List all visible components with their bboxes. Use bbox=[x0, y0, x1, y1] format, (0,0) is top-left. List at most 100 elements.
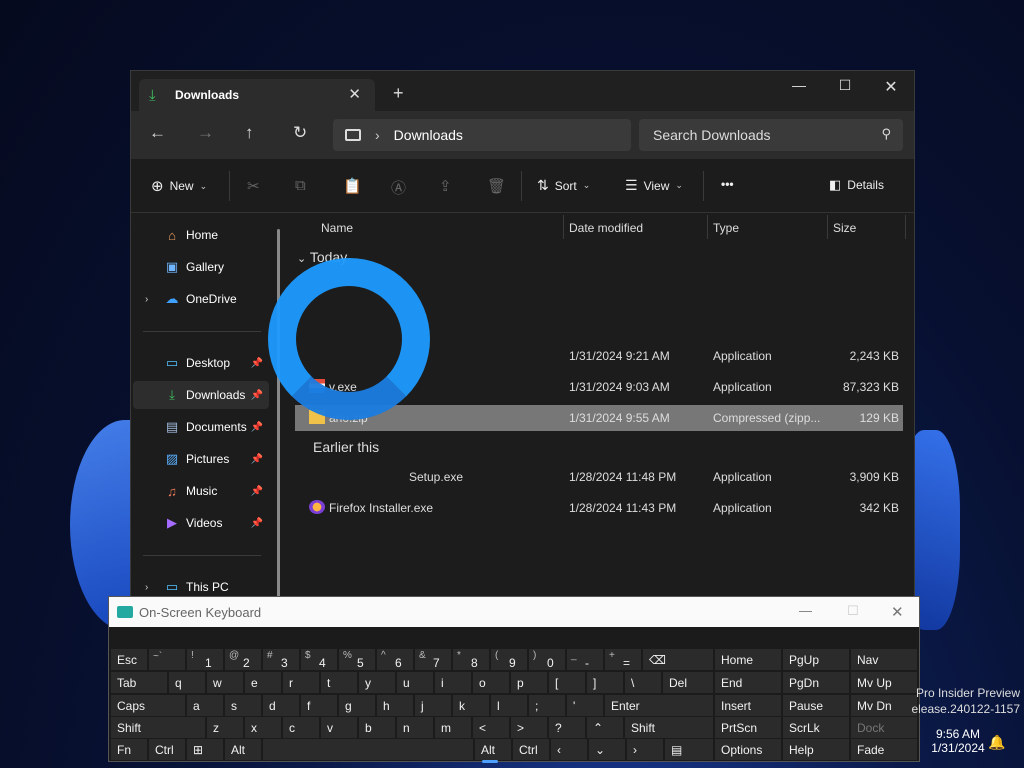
sort-button[interactable]: ⇅ Sort ⌄ bbox=[537, 177, 590, 194]
key-4[interactable]: $4 bbox=[301, 649, 337, 670]
key-caps[interactable]: Caps bbox=[111, 695, 185, 716]
key-d[interactable]: d bbox=[263, 695, 299, 716]
table-row[interactable]: Firefox Installer.exe 1/28/2024 11:43 PM… bbox=[295, 495, 903, 521]
key-options[interactable]: Options bbox=[715, 739, 781, 760]
key-r[interactable]: r bbox=[283, 672, 319, 693]
key-b[interactable]: b bbox=[359, 717, 395, 738]
key-n[interactable]: n bbox=[397, 717, 433, 738]
key-y[interactable]: y bbox=[359, 672, 395, 693]
key-k[interactable]: k bbox=[453, 695, 489, 716]
key-f[interactable]: f bbox=[301, 695, 337, 716]
key-equals[interactable]: + = bbox=[605, 649, 641, 670]
key-open-bracket[interactable]: [ bbox=[549, 672, 585, 693]
maximize-button[interactable]: ☐ bbox=[847, 603, 859, 619]
key-i[interactable]: i bbox=[435, 672, 471, 693]
key-backspace[interactable]: ⌫ bbox=[643, 649, 713, 670]
pin-icon[interactable]: 📌 bbox=[251, 518, 263, 529]
column-divider[interactable] bbox=[905, 215, 906, 239]
view-button[interactable]: ☰ View ⌄ bbox=[625, 177, 683, 194]
key-esc[interactable]: Esc bbox=[111, 649, 147, 670]
pin-icon[interactable]: 📌 bbox=[251, 422, 263, 433]
key-help[interactable]: Help bbox=[783, 739, 849, 760]
sidebar-item-pictures[interactable]: ▨ Pictures 📌 bbox=[133, 445, 269, 473]
key-5[interactable]: % 5 bbox=[339, 649, 375, 670]
column-header-date[interactable]: Date modified bbox=[569, 221, 643, 235]
rename-icon[interactable]: Ⓐ bbox=[391, 177, 406, 198]
sidebar-item-onedrive[interactable]: › ☁ OneDrive bbox=[133, 285, 269, 313]
key-a[interactable]: a bbox=[187, 695, 223, 716]
key-minus[interactable]: _ - bbox=[567, 649, 603, 670]
key-t[interactable]: t bbox=[321, 672, 357, 693]
column-divider[interactable] bbox=[827, 215, 828, 239]
column-header-name[interactable]: Name bbox=[321, 221, 353, 235]
tab-downloads[interactable]: ⤓ Downloads ✕ bbox=[139, 79, 375, 111]
close-window-button[interactable]: ✕ bbox=[891, 603, 904, 621]
key-e[interactable]: e bbox=[245, 672, 281, 693]
key-fade[interactable]: Fade bbox=[851, 739, 917, 760]
group-header-earlier[interactable]: Earlier this bbox=[313, 439, 379, 455]
address-location[interactable]: Downloads bbox=[394, 127, 463, 143]
key-u[interactable]: u bbox=[397, 672, 433, 693]
key-del[interactable]: Del bbox=[663, 672, 713, 693]
sidebar-item-music[interactable]: ♫ Music 📌 bbox=[133, 477, 269, 505]
new-tab-button[interactable]: + bbox=[393, 83, 404, 104]
sidebar-item-documents[interactable]: ▤ Documents 📌 bbox=[133, 413, 269, 441]
key-l[interactable]: l bbox=[491, 695, 527, 716]
key-down[interactable]: ⌄ bbox=[589, 739, 625, 760]
key-w[interactable]: w bbox=[207, 672, 243, 693]
key-right[interactable]: › bbox=[627, 739, 663, 760]
key-menu[interactable]: ▤ bbox=[665, 739, 713, 760]
key-s[interactable]: s bbox=[225, 695, 261, 716]
key-ctrl-left[interactable]: Ctrl bbox=[149, 739, 185, 760]
key-8[interactable]: * 8 bbox=[453, 649, 489, 670]
key-prtscn[interactable]: PrtScn bbox=[715, 717, 781, 738]
maximize-button[interactable]: ☐ bbox=[822, 77, 868, 94]
column-divider[interactable] bbox=[563, 215, 564, 239]
key-ctrl-right[interactable]: Ctrl bbox=[513, 739, 549, 760]
notification-bell-icon[interactable]: 🔔 bbox=[988, 734, 1005, 751]
key-m[interactable]: m bbox=[435, 717, 471, 738]
sidebar-item-gallery[interactable]: ▣ Gallery bbox=[133, 253, 269, 281]
key-alt-right[interactable]: Alt bbox=[475, 739, 511, 760]
sidebar-item-downloads[interactable]: ⤓ Downloads 📌 bbox=[133, 381, 269, 409]
close-window-button[interactable]: ✕ bbox=[868, 77, 914, 97]
key-p[interactable]: p bbox=[511, 672, 547, 693]
chevron-right-icon[interactable]: › bbox=[375, 127, 380, 143]
key-slash[interactable]: ? bbox=[549, 717, 585, 738]
pin-icon[interactable]: 📌 bbox=[251, 454, 263, 465]
key-fn[interactable]: Fn bbox=[111, 739, 147, 760]
key-mv-dn[interactable]: Mv Dn bbox=[851, 695, 917, 716]
key-scrlk[interactable]: ScrLk bbox=[783, 717, 849, 738]
key-period[interactable]: > bbox=[511, 717, 547, 738]
key-up[interactable]: ⌃ bbox=[587, 717, 623, 738]
more-options-button[interactable]: ••• bbox=[721, 177, 734, 191]
cut-icon[interactable]: ✂ bbox=[247, 177, 260, 195]
key-pause[interactable]: Pause bbox=[783, 695, 849, 716]
sidebar-item-desktop[interactable]: ▭ Desktop 📌 bbox=[133, 349, 269, 377]
key-space[interactable] bbox=[263, 739, 473, 760]
key-mv-up[interactable]: Mv Up bbox=[851, 672, 917, 693]
key-semicolon[interactable]: ; bbox=[529, 695, 565, 716]
address-bar[interactable]: › Downloads bbox=[333, 119, 631, 151]
key-shift-left[interactable]: Shift bbox=[111, 717, 205, 738]
osk-title-bar[interactable]: On-Screen Keyboard — ☐ ✕ bbox=[109, 597, 919, 627]
key-pgdn[interactable]: PgDn bbox=[783, 672, 849, 693]
sidebar-item-home[interactable]: ⌂ Home bbox=[133, 221, 269, 249]
pin-icon[interactable]: 📌 bbox=[251, 390, 263, 401]
copy-icon[interactable]: ⧉ bbox=[295, 177, 306, 194]
key-windows[interactable]: ⊞ bbox=[187, 739, 223, 760]
key-left[interactable]: ‹ bbox=[551, 739, 587, 760]
table-row[interactable]: Setup.exe 1/28/2024 11:48 PM Application… bbox=[295, 464, 903, 490]
key-0[interactable]: ) 0 bbox=[529, 649, 565, 670]
key-6[interactable]: ^ 6 bbox=[377, 649, 413, 670]
close-tab-icon[interactable]: ✕ bbox=[348, 85, 361, 103]
key-alt-left[interactable]: Alt bbox=[225, 739, 261, 760]
key-backslash[interactable]: \ bbox=[625, 672, 661, 693]
key-backtick[interactable]: ~` bbox=[149, 649, 185, 670]
minimize-button[interactable]: — bbox=[799, 603, 812, 618]
pin-icon[interactable]: 📌 bbox=[251, 486, 263, 497]
column-header-size[interactable]: Size bbox=[833, 221, 856, 235]
pin-icon[interactable]: 📌 bbox=[251, 358, 263, 369]
up-button[interactable]: ↑ bbox=[245, 123, 254, 143]
column-header-type[interactable]: Type bbox=[713, 221, 739, 235]
